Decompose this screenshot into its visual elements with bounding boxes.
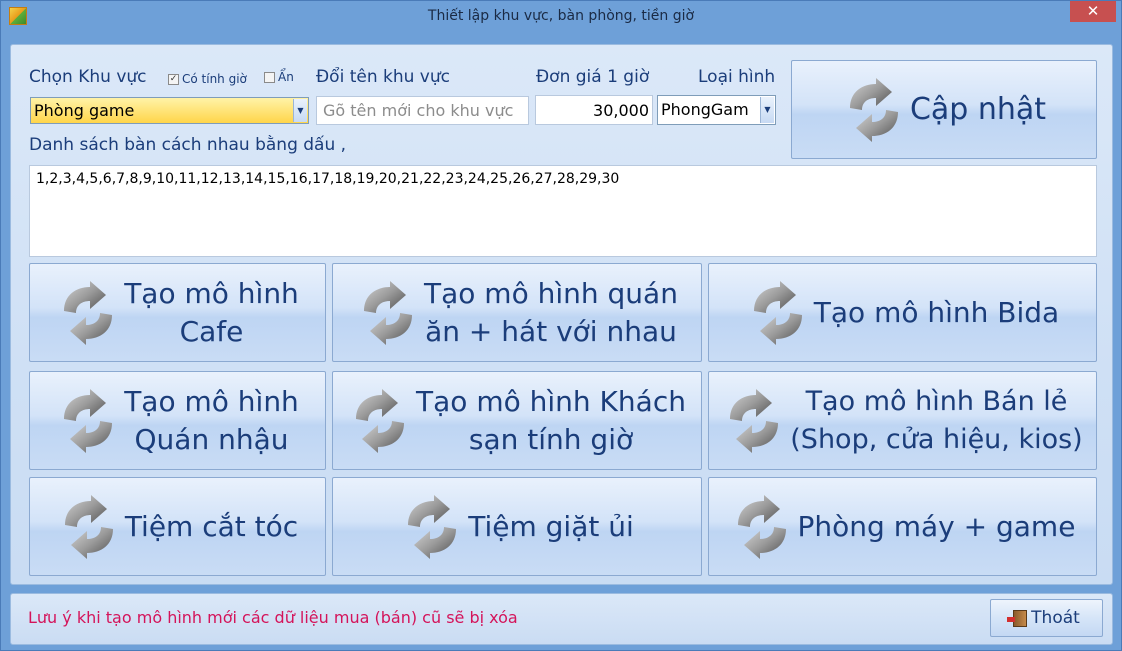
pub-model-line-1: Tạo mô hình	[124, 384, 299, 418]
laundry-model-line-1: Tiệm giặt ủi	[468, 509, 634, 543]
refresh-icon	[348, 389, 412, 453]
billiards-model-label: Tạo mô hình Bida	[814, 294, 1059, 332]
exit-door-icon	[1007, 609, 1028, 627]
settings-window: Thiết lập khu vực, bàn phòng, tiền giờ ✕…	[0, 0, 1122, 651]
hotel-model-line-1: Tạo mô hình Khách	[416, 384, 686, 418]
pub-model-label: Tạo mô hình Quán nhậu	[124, 383, 299, 459]
game-room-model-line-1: Phòng máy + game	[797, 509, 1076, 543]
hotel-model-button[interactable]: Tạo mô hình Khách sạn tính giờ	[332, 371, 702, 470]
warning-text: Lưu ý khi tạo mô hình mới các dữ liệu mu…	[28, 608, 518, 627]
hide-checkbox-label: Ẩn	[278, 70, 294, 84]
timed-checkbox[interactable]: ✓ Có tính giờ	[168, 72, 247, 86]
title-bar: Thiết lập khu vực, bàn phòng, tiền giờ ✕	[1, 1, 1121, 31]
retail-model-line-1: Tạo mô hình Bán lẻ	[805, 385, 1068, 417]
rename-input[interactable]	[316, 96, 529, 125]
timed-checkbox-label: Có tính giờ	[182, 72, 247, 86]
refresh-icon	[56, 389, 120, 453]
refresh-icon	[730, 495, 794, 559]
game-room-model-label: Phòng máy + game	[798, 508, 1076, 546]
refresh-icon	[722, 389, 786, 453]
price-input[interactable]	[535, 95, 653, 125]
refresh-icon	[746, 281, 810, 345]
main-panel: Chọn Khu vực ✓ Có tính giờ Ẩn Đổi tên kh…	[10, 44, 1113, 585]
timed-checkbox-box[interactable]: ✓	[168, 73, 179, 85]
type-select-value: PhongGam	[661, 100, 749, 119]
area-label: Chọn Khu vực	[29, 67, 147, 87]
chevron-down-icon[interactable]: ▼	[760, 97, 774, 123]
exit-button-label: Thoát	[1031, 608, 1080, 628]
hide-checkbox[interactable]: Ẩn	[264, 70, 294, 84]
exit-button[interactable]: Thoát	[990, 599, 1103, 637]
cafe-model-line-1: Tạo mô hình	[124, 276, 299, 310]
cafe-model-label: Tạo mô hình Cafe	[124, 275, 299, 351]
restaurant-karaoke-line-1: Tạo mô hình quán	[424, 276, 678, 310]
rename-label: Đổi tên khu vực	[316, 67, 450, 87]
hide-checkbox-box[interactable]	[264, 71, 275, 83]
close-button[interactable]: ✕	[1070, 1, 1116, 22]
billiards-model-button[interactable]: Tạo mô hình Bida	[708, 263, 1097, 362]
refresh-icon	[356, 281, 420, 345]
update-button[interactable]: Cập nhật	[791, 60, 1097, 159]
chevron-down-icon[interactable]: ▼	[293, 99, 307, 122]
tables-textarea[interactable]: 1,2,3,4,5,6,7,8,9,10,11,12,13,14,15,16,1…	[29, 165, 1097, 257]
price-label: Đơn giá 1 giờ	[536, 67, 650, 87]
update-button-label: Cập nhật	[909, 91, 1047, 127]
type-select[interactable]: PhongGam ▼	[657, 95, 776, 125]
restaurant-karaoke-model-label: Tạo mô hình quán ăn + hát với nhau	[424, 275, 678, 351]
barber-model-line-1: Tiệm cắt tóc	[124, 509, 299, 543]
hotel-model-label: Tạo mô hình Khách sạn tính giờ	[416, 383, 686, 459]
window-title: Thiết lập khu vực, bàn phòng, tiền giờ	[427, 8, 695, 24]
pub-model-line-2: Quán nhậu	[134, 422, 289, 456]
refresh-icon	[57, 495, 121, 559]
area-select[interactable]: Phòng game ▼	[30, 97, 309, 124]
laundry-model-button[interactable]: Tiệm giặt ủi	[332, 477, 702, 576]
game-room-model-button[interactable]: Phòng máy + game	[708, 477, 1097, 576]
hotel-model-line-2: sạn tính giờ	[468, 422, 634, 456]
cafe-model-line-2: Cafe	[179, 314, 244, 348]
footer-panel: Lưu ý khi tạo mô hình mới các dữ liệu mu…	[10, 593, 1113, 645]
retail-model-button[interactable]: Tạo mô hình Bán lẻ (Shop, cửa hiệu, kios…	[708, 371, 1097, 470]
type-label: Loại hình	[698, 67, 776, 87]
area-select-value: Phòng game	[34, 101, 135, 120]
billiards-model-line-1: Tạo mô hình Bida	[813, 295, 1060, 329]
restaurant-karaoke-line-2: ăn + hát với nhau	[425, 314, 677, 348]
refresh-icon	[400, 495, 464, 559]
retail-model-label: Tạo mô hình Bán lẻ (Shop, cửa hiệu, kios…	[790, 383, 1082, 459]
laundry-model-label: Tiệm giặt ủi	[468, 508, 634, 546]
cafe-model-button[interactable]: Tạo mô hình Cafe	[29, 263, 326, 362]
retail-model-line-2: (Shop, cửa hiệu, kios)	[790, 423, 1083, 455]
tables-label: Danh sách bàn cách nhau bằng dấu ,	[29, 135, 347, 155]
refresh-icon	[56, 281, 120, 345]
pub-model-button[interactable]: Tạo mô hình Quán nhậu	[29, 371, 326, 470]
restaurant-karaoke-model-button[interactable]: Tạo mô hình quán ăn + hát với nhau	[332, 263, 702, 362]
barber-model-button[interactable]: Tiệm cắt tóc	[29, 477, 326, 576]
barber-model-label: Tiệm cắt tóc	[125, 508, 298, 546]
refresh-icon	[842, 78, 906, 142]
